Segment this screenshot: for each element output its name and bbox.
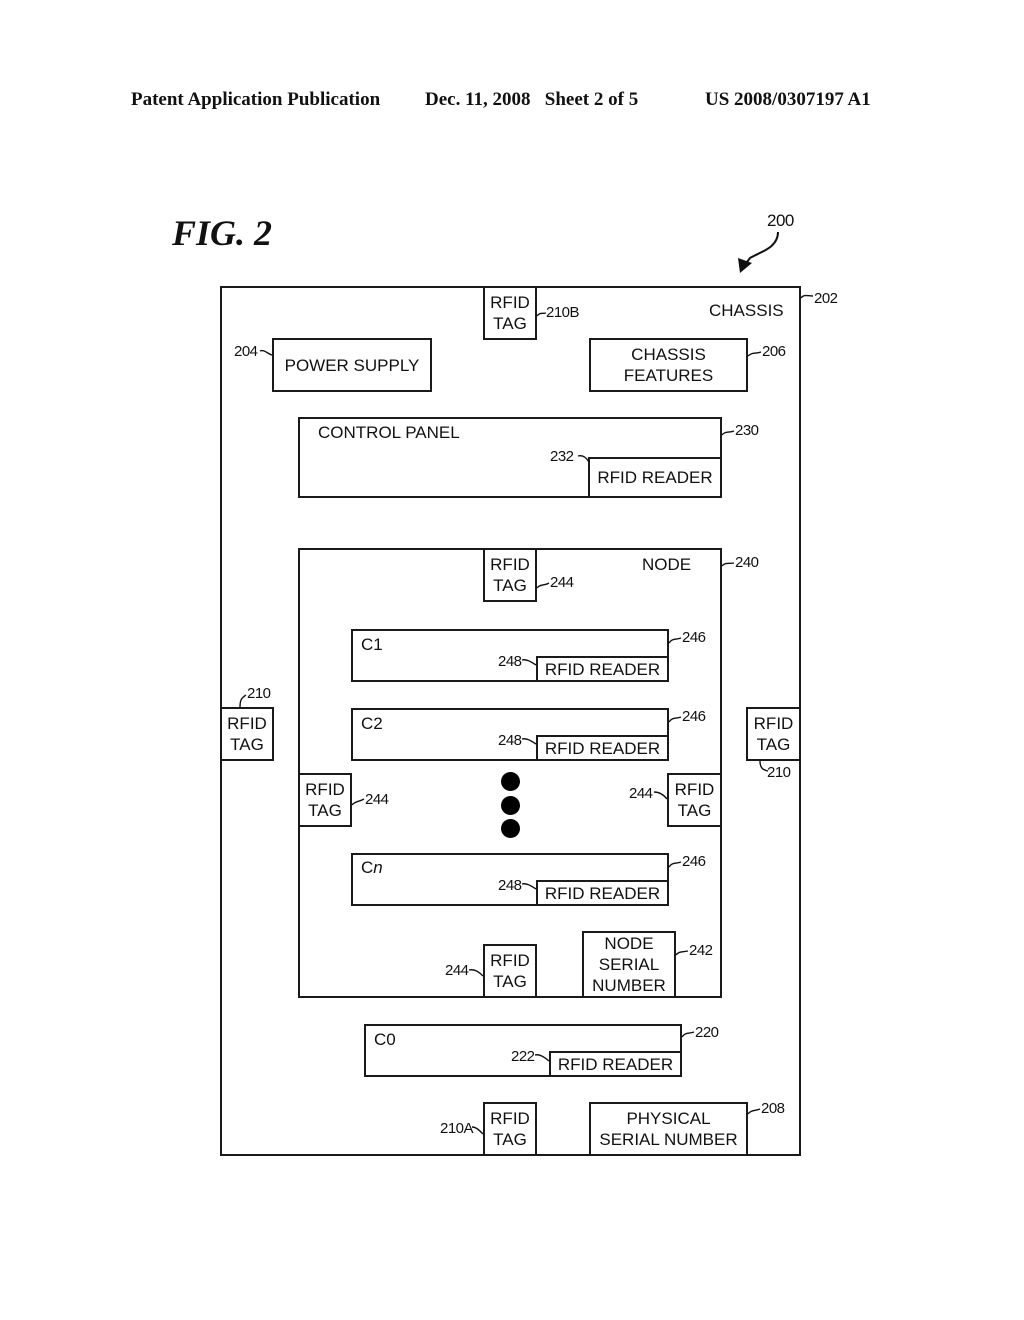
node-serial-number-ref: 242: [689, 942, 713, 959]
rfid-tag-210a: RFID TAG: [483, 1102, 537, 1156]
component-cn-suffix: n: [373, 858, 383, 877]
component-cn-label: Cn: [361, 858, 383, 878]
power-supply-ref: 204: [234, 343, 258, 360]
node-ref: 240: [735, 554, 759, 571]
control-panel-ref: 230: [735, 422, 759, 439]
component-c2-label: C2: [361, 714, 383, 733]
node-rfid-tag-top-ref: 244: [550, 574, 574, 591]
node-rfid-tag-bottom: RFID TAG: [483, 944, 537, 998]
node-rfid-tag-bottom-ref: 244: [445, 962, 469, 979]
component-c1-rfid-reader: RFID READER: [536, 656, 669, 682]
component-cn-rfid-reader: RFID READER: [536, 880, 669, 906]
component-c0-reader-ref: 222: [511, 1048, 535, 1065]
node-rfid-tag-right-ref: 244: [629, 785, 653, 802]
physical-serial-number-ref: 208: [761, 1100, 785, 1117]
figure-ref: 200: [767, 211, 794, 230]
rfid-tag-210a-ref: 210A: [440, 1120, 474, 1137]
node-rfid-tag-right: RFID TAG: [667, 773, 722, 827]
chassis-rfid-tag-right: RFID TAG: [746, 707, 801, 761]
component-c1-label: C1: [361, 635, 383, 654]
component-c0-rfid-reader: RFID READER: [549, 1051, 682, 1077]
node-serial-number-box: NODE SERIAL NUMBER: [582, 931, 676, 998]
chassis-label: CHASSIS: [709, 301, 784, 320]
physical-serial-number-box: PHYSICAL SERIAL NUMBER: [589, 1102, 748, 1156]
component-c0-label: C0: [374, 1030, 396, 1049]
component-cn-reader-ref: 248: [498, 877, 522, 894]
arrowhead-icon: [738, 258, 752, 273]
ellipsis-dot: [501, 819, 520, 838]
component-c2-reader-ref: 248: [498, 732, 522, 749]
component-cn-prefix: C: [361, 858, 374, 877]
leader-202: [800, 294, 814, 299]
node-rfid-tag-top: RFID TAG: [483, 548, 537, 602]
component-c2-rfid-reader: RFID READER: [536, 735, 669, 761]
chassis-features-box: CHASSIS FEATURES: [589, 338, 748, 392]
publication-label: Patent Application Publication: [131, 89, 381, 110]
component-c1-ref: 246: [682, 629, 706, 646]
component-c2-ref: 246: [682, 708, 706, 725]
chassis-ref: 202: [814, 290, 838, 307]
control-panel-label: CONTROL PANEL: [318, 423, 460, 442]
component-c1-reader-ref: 248: [498, 653, 522, 670]
ellipsis-dot: [501, 796, 520, 815]
chassis-features-ref: 206: [762, 343, 786, 360]
figure-ref-arrow: [743, 231, 779, 267]
chassis-rfid-tag-right-ref: 210: [767, 764, 791, 781]
control-panel-rfid-reader: RFID READER: [588, 457, 722, 498]
rfid-tag-210b: RFID TAG: [483, 286, 537, 340]
component-cn-ref: 246: [682, 853, 706, 870]
node-label: NODE: [642, 555, 692, 574]
node-rfid-tag-left: RFID TAG: [298, 773, 352, 827]
chassis-rfid-tag-left: RFID TAG: [220, 707, 274, 761]
control-panel-reader-ref: 232: [550, 448, 574, 465]
date-sheet-label: Dec. 11, 2008 Sheet 2 of 5: [425, 89, 639, 110]
rfid-tag-210b-ref: 210B: [546, 304, 580, 321]
component-c0-ref: 220: [695, 1024, 719, 1041]
figure-title: FIG. 2: [172, 213, 273, 253]
power-supply-box: POWER SUPPLY: [272, 338, 432, 392]
patent-number: US 2008/0307197 A1: [705, 89, 871, 110]
ellipsis-dot: [501, 772, 520, 791]
chassis-rfid-tag-left-ref: 210: [247, 685, 271, 702]
node-rfid-tag-left-ref: 244: [365, 791, 389, 808]
